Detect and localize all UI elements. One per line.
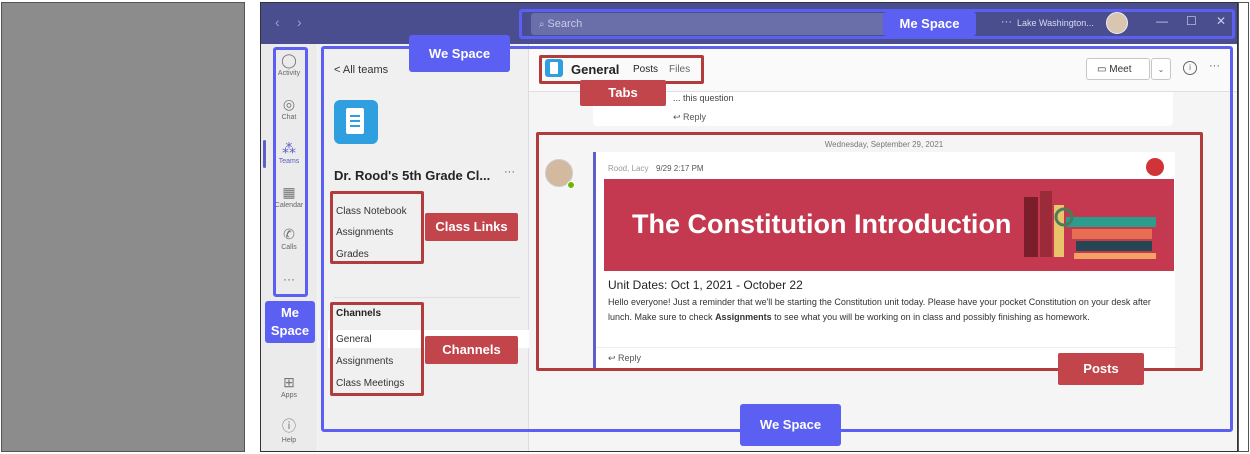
rail-help[interactable]: ⓘ Help — [261, 416, 317, 444]
help-icon: ⓘ — [282, 418, 296, 434]
apps-icon: ⊞ — [283, 374, 295, 390]
right-edge-cell — [1238, 2, 1249, 452]
channels-label: Channels — [425, 336, 518, 364]
we-space-bottom-label: We Space — [740, 404, 841, 446]
we-space-top-label: We Space — [409, 35, 510, 72]
left-gray-panel — [1, 2, 245, 452]
back-arrow-icon[interactable]: ‹ — [275, 14, 280, 30]
class-links-box — [330, 191, 424, 264]
rail-apps[interactable]: ⊞ Apps — [261, 374, 317, 399]
me-space-side-label: Me Space — [265, 301, 315, 343]
posts-label: Posts — [1058, 353, 1144, 385]
channels-box — [330, 302, 424, 396]
me-space-top-label: Me Space — [883, 12, 976, 36]
me-space-side-box — [273, 47, 308, 297]
class-links-label: Class Links — [425, 213, 518, 241]
forward-arrow-icon[interactable]: › — [297, 14, 302, 30]
me-space-top-box — [519, 9, 1235, 39]
tabs-label: Tabs — [580, 80, 666, 106]
posts-box — [536, 132, 1203, 371]
